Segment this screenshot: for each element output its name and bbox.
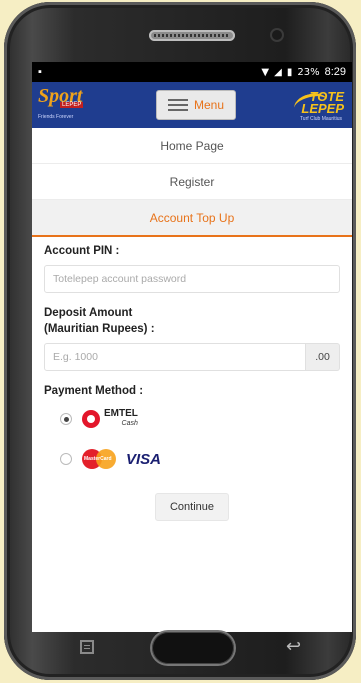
emtel-icon [82,410,100,428]
tote-lepep-logo[interactable]: TOTE LEPEP Turf Club Mauritius [291,88,348,122]
mastercard-logo: MasterCard [82,449,118,469]
phone-frame: ▪ ▼ ◢ ▮ 23% 8:29 Sport LEPEP Friends For… [4,2,356,680]
app-header: Sport LEPEP Friends Forever Menu TOTE LE… [32,82,352,128]
pin-input[interactable]: Totelepep account password [44,265,340,293]
sport-logo-sub: LEPEP [60,102,84,108]
clock: 8:29 [324,66,346,78]
pin-label: Account PIN : [44,245,120,257]
screen: ▪ ▼ ◢ ▮ 23% 8:29 Sport LEPEP Friends For… [32,62,352,632]
signal-icon: ◢ [274,66,282,78]
nav-menu: Home Page Register Account Top Up [32,128,352,237]
card-radio[interactable] [60,453,72,465]
battery-icon: ▮ [286,66,293,78]
visa-logo: VISA [126,450,162,468]
menu-label: Menu [193,98,225,112]
nav-item-home[interactable]: Home Page [32,128,352,164]
payment-option-emtel[interactable]: EMTEL Cash [44,399,340,439]
emtel-sub: Cash [121,420,138,427]
deposit-label-line2: (Mauritian Rupees) : [44,323,155,335]
menu-key-icon[interactable] [80,640,94,654]
status-bar: ▪ ▼ ◢ ▮ 23% 8:29 [32,62,352,82]
sport-logo-tagline: Friends Forever [38,114,74,120]
home-button[interactable] [152,632,234,664]
deposit-suffix: .00 [306,343,340,371]
wifi-icon: ▼ [261,66,270,78]
nav-item-account-top-up[interactable]: Account Top Up [32,200,352,237]
hamburger-icon [167,99,188,111]
menu-button[interactable]: Menu [156,90,236,120]
tote-logo-sub: LEPEP [301,101,344,116]
emtel-cash-logo: EMTEL Cash [82,409,138,429]
deposit-amount-input[interactable]: E.g. 1000 [44,343,306,371]
deposit-label-line1: Deposit Amount [44,307,133,319]
continue-button[interactable]: Continue [155,493,229,521]
sport-lepep-logo[interactable]: Sport LEPEP Friends Forever [38,86,96,122]
deposit-input-group: E.g. 1000 .00 [44,343,340,371]
mastercard-text: MasterCard [84,456,112,462]
nav-item-register[interactable]: Register [32,164,352,200]
payment-method-label: Payment Method : [44,385,144,397]
back-arrow-icon[interactable]: ↩ [286,636,301,657]
tote-logo-tagline: Turf Club Mauritius [299,116,342,122]
top-up-form: Account PIN : Totelepep account password… [32,237,352,521]
battery-percent: 23% [297,66,320,78]
front-camera [272,30,282,40]
hardware-keys: ↩ [32,632,352,674]
payment-option-card[interactable]: MasterCard VISA [44,439,340,479]
photo-icon: ▪ [38,66,42,78]
emtel-radio[interactable] [60,413,72,425]
earpiece-speaker [149,30,235,41]
emtel-name: EMTEL [104,408,138,419]
